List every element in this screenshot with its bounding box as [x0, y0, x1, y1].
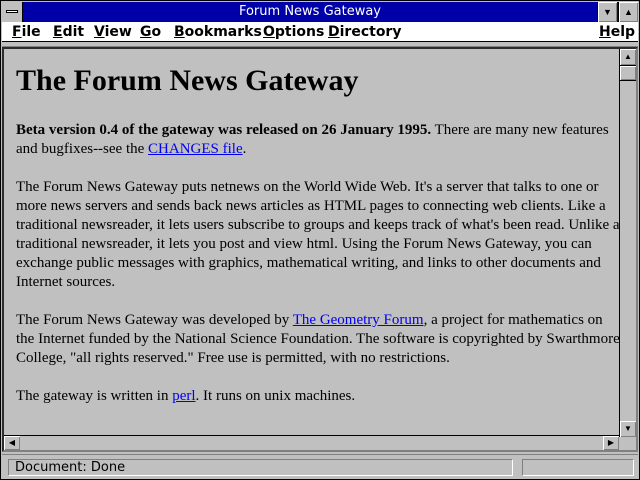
scroll-up-icon[interactable]: ▲ [620, 49, 636, 65]
window-title: Forum News Gateway [238, 4, 382, 19]
maximize-icon[interactable]: ▲ [618, 2, 638, 22]
language-rest: . It runs on unix machines. [195, 388, 356, 404]
menu-bar: File Edit View Go Bookmarks Options Dire… [2, 22, 638, 42]
perl-link[interactable]: perl [172, 388, 195, 404]
language-text: The gateway is written in [16, 388, 173, 404]
menu-directory[interactable]: Directory [328, 24, 401, 40]
geometry-forum-link[interactable]: The Geometry Forum [293, 312, 424, 328]
menu-options[interactable]: Options [263, 24, 324, 40]
scroll-left-icon[interactable]: ◀ [4, 436, 20, 450]
paragraph-language: The gateway is written in perl. It runs … [16, 387, 620, 406]
changes-file-link[interactable]: CHANGES file [148, 141, 243, 157]
menu-help[interactable]: Help [599, 24, 635, 40]
paragraph-description: The Forum News Gateway puts netnews on t… [16, 179, 620, 290]
browser-window: Forum News Gateway ▼ ▲ File Edit View Go… [0, 0, 640, 480]
menu-view[interactable]: View [94, 24, 132, 40]
menu-edit[interactable]: Edit [53, 24, 84, 40]
menu-file[interactable]: File [12, 24, 41, 40]
status-bar: Document: Done [2, 454, 638, 479]
system-menu-icon[interactable] [2, 2, 23, 22]
scroll-right-icon[interactable]: ▶ [603, 436, 619, 450]
release-end: . [242, 141, 247, 157]
menu-go[interactable]: Go [140, 24, 161, 40]
page-title: The Forum News Gateway [16, 64, 359, 97]
minimize-icon[interactable]: ▼ [597, 2, 617, 22]
scroll-down-icon[interactable]: ▼ [620, 421, 636, 437]
progress-indicator [522, 459, 634, 476]
release-note: Beta version 0.4 of the gateway was rele… [16, 122, 432, 138]
page-content: The Forum News Gateway Beta version 0.4 … [16, 63, 620, 425]
horizontal-scrollbar[interactable]: ◀ ▶ [4, 435, 619, 450]
menu-bookmarks[interactable]: Bookmarks [174, 24, 262, 40]
status-text: Document: Done [8, 459, 513, 476]
developer-text: The Forum News Gateway was developed by [16, 312, 293, 328]
scroll-thumb[interactable] [620, 65, 636, 81]
vertical-scrollbar[interactable]: ▲ ▼ [619, 49, 636, 437]
paragraph-developer: The Forum News Gateway was developed by … [16, 311, 620, 368]
paragraph-release: Beta version 0.4 of the gateway was rele… [16, 121, 620, 159]
document-view: The Forum News Gateway Beta version 0.4 … [2, 47, 638, 452]
title-bar: Forum News Gateway ▼ ▲ [2, 2, 638, 22]
